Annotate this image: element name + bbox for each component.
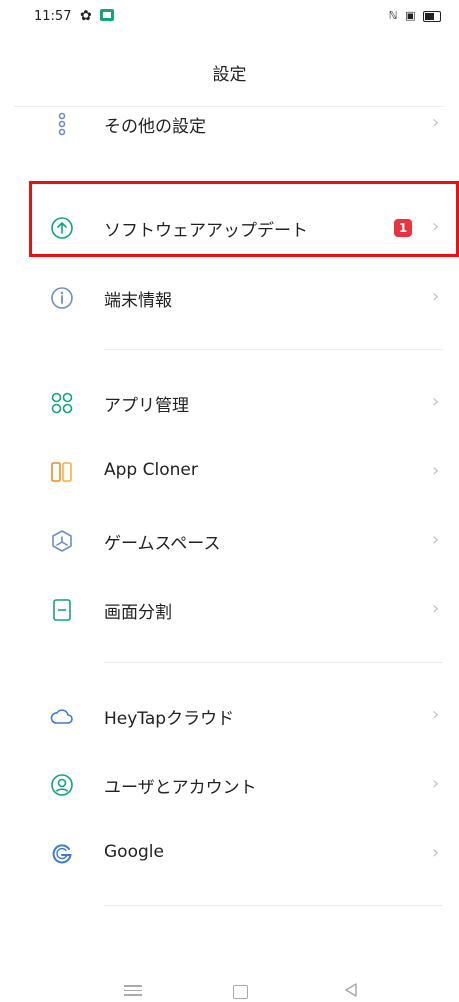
settings-item-label: その他の設定: [104, 117, 206, 137]
screen-icon: ▣: [405, 9, 418, 22]
section-divider: [104, 349, 443, 350]
settings-item-label: ユーザとアカウント: [104, 778, 257, 798]
section-divider: [104, 905, 443, 906]
more-dots-icon: [50, 112, 74, 136]
chevron-right-icon: ›: [432, 773, 440, 794]
settings-item-label: HeyTapクラウド: [104, 709, 235, 729]
settings-item-device-info[interactable]: 端末情報 ›: [0, 268, 459, 328]
settings-item-users-accounts[interactable]: ユーザとアカウント ›: [0, 755, 459, 815]
settings-item-app-cloner[interactable]: App Cloner ›: [0, 442, 459, 502]
chevron-right-icon: ›: [432, 460, 440, 481]
settings-item-label: 端末情報: [104, 291, 172, 311]
menu-nav-icon[interactable]: [124, 985, 142, 997]
status-bar: 11:57 ✿ ℕ ▣: [0, 0, 459, 36]
google-icon: [50, 842, 74, 866]
info-icon: [50, 286, 74, 310]
chevron-right-icon: ›: [432, 391, 440, 412]
chevron-right-icon: ›: [432, 529, 440, 550]
settings-item-game-space[interactable]: ゲームスペース ›: [0, 511, 459, 571]
app-cloner-icon: [50, 460, 74, 484]
nfc-icon: ℕ: [388, 9, 400, 22]
split-screen-icon: [50, 598, 74, 622]
app-grid-icon: [50, 391, 74, 415]
back-nav-icon[interactable]: [344, 982, 358, 1002]
user-account-icon: [50, 773, 74, 797]
chevron-right-icon: ›: [432, 704, 440, 725]
chevron-right-icon: ›: [432, 286, 440, 307]
settings-item-label: App Cloner: [104, 460, 198, 480]
home-nav-icon[interactable]: [233, 985, 248, 999]
status-right-icons: ℕ ▣: [389, 9, 441, 22]
settings-gear-icon: ✿: [80, 8, 92, 24]
status-time: 11:57: [34, 9, 72, 24]
settings-item-heytap-cloud[interactable]: HeyTapクラウド ›: [0, 686, 459, 746]
battery-icon: [423, 10, 441, 22]
settings-item-label: Google: [104, 842, 164, 862]
chevron-right-icon: ›: [432, 598, 440, 619]
settings-item-app-management[interactable]: アプリ管理 ›: [0, 373, 459, 433]
highlight-box: [29, 181, 459, 257]
settings-item-label: アプリ管理: [104, 396, 189, 416]
page-title: 設定: [212, 65, 247, 85]
cloud-icon: [50, 704, 74, 728]
settings-item-other[interactable]: その他の設定 ›: [0, 94, 459, 154]
settings-item-google[interactable]: Google ›: [0, 824, 459, 884]
section-divider: [104, 662, 443, 663]
navigation-bar: [0, 982, 459, 1002]
settings-item-split-screen[interactable]: 画面分割 ›: [0, 580, 459, 640]
settings-item-label: ゲームスペース: [104, 534, 221, 554]
game-space-icon: [50, 529, 74, 553]
chevron-right-icon: ›: [432, 112, 440, 133]
settings-item-label: 画面分割: [104, 603, 172, 623]
notification-app-icon: [100, 9, 114, 21]
chevron-right-icon: ›: [432, 842, 440, 863]
